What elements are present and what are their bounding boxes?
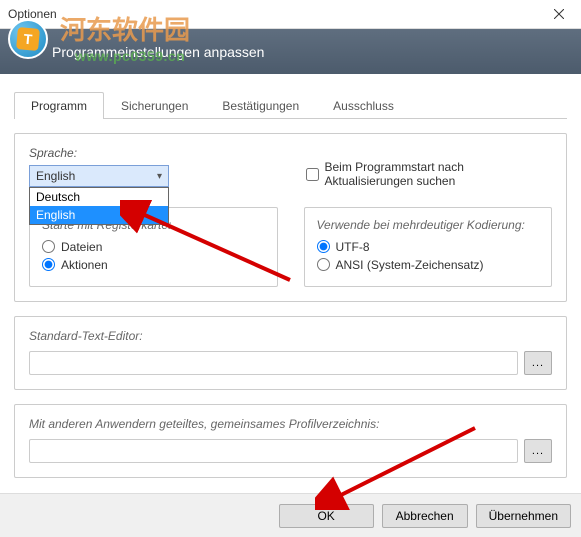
window-title: Optionen [8,7,537,21]
language-label: Sprache: [29,146,276,160]
editor-title: Standard-Text-Editor: [29,329,552,343]
language-combo[interactable]: English ▾ Deutsch English [29,165,169,187]
encoding-utf8[interactable]: UTF-8 [317,240,540,254]
language-option-english[interactable]: English [30,206,168,224]
dialog-footer: OK Abbrechen Übernehmen [0,493,581,537]
tab-sicherungen[interactable]: Sicherungen [104,92,205,119]
tab-programm[interactable]: Programm [14,92,104,119]
update-check-input[interactable] [306,168,319,181]
ok-button[interactable]: OK [279,504,374,528]
profile-browse-button[interactable]: ... [524,439,552,463]
apply-button[interactable]: Übernehmen [476,504,571,528]
update-check-checkbox[interactable]: Beim Programmstart nach Aktualisierungen… [306,160,553,189]
start-tab-files-radio[interactable] [42,240,55,253]
encoding-ansi[interactable]: ANSI (System-Zeichensatz) [317,258,540,272]
app-logo: T [8,19,48,59]
profile-path-input[interactable] [29,439,518,463]
panel-editor: Standard-Text-Editor: ... [14,316,567,390]
encoding-utf8-radio[interactable] [317,240,330,253]
start-tab-actions-radio[interactable] [42,258,55,271]
encoding-group: Verwende bei mehrdeutiger Kodierung: UTF… [304,207,553,287]
header-banner: T Programmeinstellungen anpassen [0,29,581,74]
language-option-deutsch[interactable]: Deutsch [30,188,168,206]
encoding-title: Verwende bei mehrdeutiger Kodierung: [317,218,540,232]
chevron-down-icon: ▾ [157,171,162,182]
window-titlebar: Optionen [0,0,581,29]
close-icon [554,9,564,19]
language-selected: English [36,169,75,183]
update-check-label: Beim Programmstart nach Aktualisierungen… [325,160,553,189]
tab-bestaetigungen[interactable]: Bestätigungen [205,92,316,119]
profile-title: Mit anderen Anwendern geteiltes, gemeins… [29,417,552,431]
start-tab-files[interactable]: Dateien [42,240,265,254]
editor-browse-button[interactable]: ... [524,351,552,375]
start-tab-actions[interactable]: Aktionen [42,258,265,272]
banner-subtitle: Programmeinstellungen anpassen [52,44,264,60]
editor-path-input[interactable] [29,351,518,375]
close-button[interactable] [537,0,581,29]
encoding-ansi-radio[interactable] [317,258,330,271]
cancel-button[interactable]: Abbrechen [382,504,468,528]
panel-top: Sprache: English ▾ Deutsch English Beim … [14,133,567,302]
language-dropdown: Deutsch English [29,187,169,225]
panel-profile: Mit anderen Anwendern geteiltes, gemeins… [14,404,567,478]
tab-strip: Programm Sicherungen Bestätigungen Aussc… [14,92,567,119]
tab-ausschluss[interactable]: Ausschluss [316,92,411,119]
